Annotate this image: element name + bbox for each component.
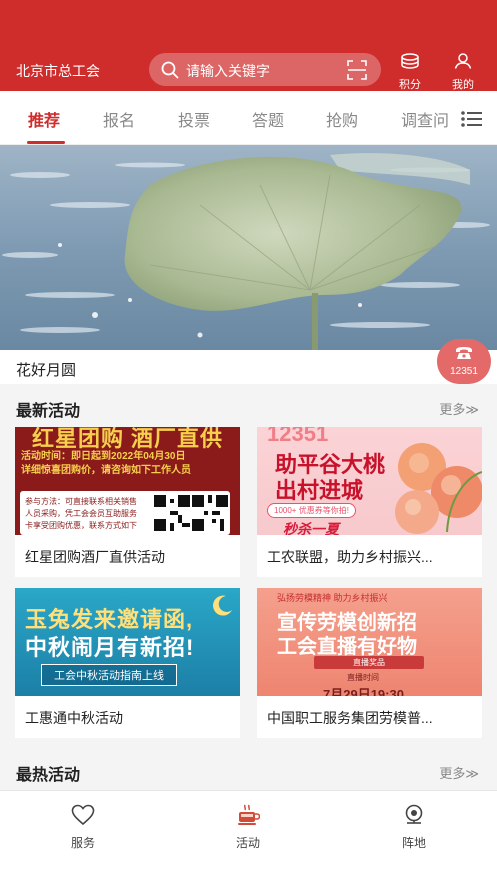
activity-card-image: 玉兔发来邀请函, 中秋闹月有新招! 工会中秋活动指南上线: [15, 588, 240, 696]
activity-card-image: 弘扬劳模精神 助力乡村振兴 宣传劳模创新招 工会直播有好物 直播奖品 直播时间 …: [257, 588, 482, 696]
latest-section-header: 最新活动 更多≫: [0, 387, 497, 427]
banner-caption-bar: 花好月圆: [0, 350, 497, 384]
location-pin-icon: [403, 804, 425, 830]
phone-icon: [437, 346, 491, 365]
latest-more-link[interactable]: 更多≫: [439, 399, 479, 418]
activity-card-title: 工农联盟，助力乡村振兴...: [267, 549, 433, 565]
bottom-navigation: 服务 活动 阵地: [0, 790, 497, 883]
user-icon: [454, 53, 472, 73]
card-image-text: 活动时间：即日起到2022年04月30日: [21, 451, 186, 462]
qr-code-icon: [192, 495, 228, 531]
card-image-headline: 工会直播有好物: [277, 636, 417, 658]
app-header: 北京市总工会 请输入关键字 积分 我的: [0, 0, 497, 91]
tab-recommend[interactable]: 推荐: [28, 107, 60, 131]
card-image-text: 参与方法：可直接联系相关销售: [25, 497, 137, 506]
card-image-headline: 出村进城: [275, 478, 364, 503]
tab-vote[interactable]: 投票: [178, 107, 210, 131]
tab-flash-sale[interactable]: 抢购: [326, 107, 358, 131]
activity-card[interactable]: 弘扬劳模精神 助力乡村振兴 宣传劳模创新招 工会直播有好物 直播奖品 直播时间 …: [257, 588, 482, 738]
tab-signup[interactable]: 报名: [103, 107, 135, 131]
card-image-text: 秒杀一夏: [283, 521, 339, 535]
card-image-text: 人员采购，凭工会会员互助服务: [25, 509, 137, 518]
nav-activity[interactable]: 活动: [218, 804, 278, 851]
card-image-badge: 1000+ 优惠券等你拍!: [267, 503, 356, 518]
card-image-text: 弘扬劳模精神 助力乡村振兴: [277, 593, 388, 603]
search-icon: [161, 61, 179, 84]
hottest-section-header: 最热活动 更多≫: [0, 751, 497, 791]
scan-icon[interactable]: [347, 60, 367, 85]
hottest-section-title: 最热活动: [16, 767, 81, 784]
activity-card-title: 工惠通中秋活动: [25, 710, 123, 726]
coffee-cup-icon: [236, 804, 261, 830]
card-image-text: 直播时间: [347, 673, 379, 682]
banner-caption: 花好月圆: [16, 362, 77, 379]
banner-image[interactable]: [0, 145, 497, 350]
activity-card[interactable]: 红星团购 酒厂直供 活动时间：即日起到2022年04月30日 详细惊喜团购价，请…: [15, 427, 240, 577]
search-input[interactable]: 请输入关键字: [186, 61, 270, 81]
nav-position[interactable]: 阵地: [384, 804, 444, 851]
search-bar[interactable]: 请输入关键字: [149, 53, 381, 86]
card-image-text: 12351: [267, 427, 329, 446]
card-image-text: 7月29日19:30: [323, 687, 404, 696]
latest-section-title: 最新活动: [16, 403, 81, 420]
list-menu-icon: [461, 110, 483, 133]
activity-card-image: 红星团购 酒厂直供 活动时间：即日起到2022年04月30日 详细惊喜团购价，请…: [15, 427, 240, 535]
activity-card[interactable]: 12351 助平谷大桃 出村进城 1000+ 优惠券等你拍! 秒杀一夏 工农联盟…: [257, 427, 482, 577]
card-image-headline: 中秋闹月有新招!: [25, 635, 195, 660]
hotline-number: 12351: [450, 366, 478, 377]
mine-label: 我的: [452, 79, 474, 91]
activity-card-image: 12351 助平谷大桃 出村进城 1000+ 优惠券等你拍! 秒杀一夏: [257, 427, 482, 535]
nav-activity-label: 活动: [235, 836, 260, 850]
org-name: 北京市总工会: [16, 63, 100, 79]
activity-card-title: 红星团购酒厂直供活动: [25, 549, 165, 565]
tab-menu-button[interactable]: [455, 110, 497, 130]
card-image-badge: 直播奖品: [314, 656, 424, 669]
qr-code-icon: [154, 495, 190, 531]
card-image-info-box: 参与方法：可直接联系相关销售 人员采购，凭工会会员互助服务 卡享受团购优惠，联系…: [20, 491, 230, 535]
category-tabs: 推荐 报名 投票 答题 抢购 调查问: [0, 91, 497, 145]
tab-quiz[interactable]: 答题: [252, 107, 284, 131]
card-image-badge: 工会中秋活动指南上线: [41, 664, 177, 686]
moon-icon: [213, 595, 232, 616]
nav-service-label: 服务: [70, 836, 95, 850]
points-button[interactable]: 积分: [393, 53, 427, 92]
peach-fruit-image: [395, 443, 482, 534]
mine-button[interactable]: 我的: [446, 53, 480, 92]
card-image-text: 卡享受团购优惠，联系方式如下: [25, 521, 137, 530]
lotus-leaf-photo: [0, 145, 497, 350]
activity-card-title: 中国职工服务集团劳模普...: [267, 710, 433, 726]
hottest-more-link[interactable]: 更多≫: [439, 763, 479, 782]
tab-survey[interactable]: 调查问: [401, 107, 449, 131]
heart-icon: [71, 804, 95, 830]
hotline-button[interactable]: 12351: [437, 339, 491, 384]
points-label: 积分: [399, 79, 421, 91]
card-image-text: 详细惊喜团购价，请咨询如下工作人员: [21, 465, 191, 476]
active-tab-indicator: [27, 141, 65, 144]
coins-icon: [400, 53, 420, 73]
nav-position-label: 阵地: [401, 836, 426, 850]
nav-service[interactable]: 服务: [53, 804, 113, 851]
activity-card[interactable]: 玉兔发来邀请函, 中秋闹月有新招! 工会中秋活动指南上线 工惠通中秋活动: [15, 588, 240, 738]
